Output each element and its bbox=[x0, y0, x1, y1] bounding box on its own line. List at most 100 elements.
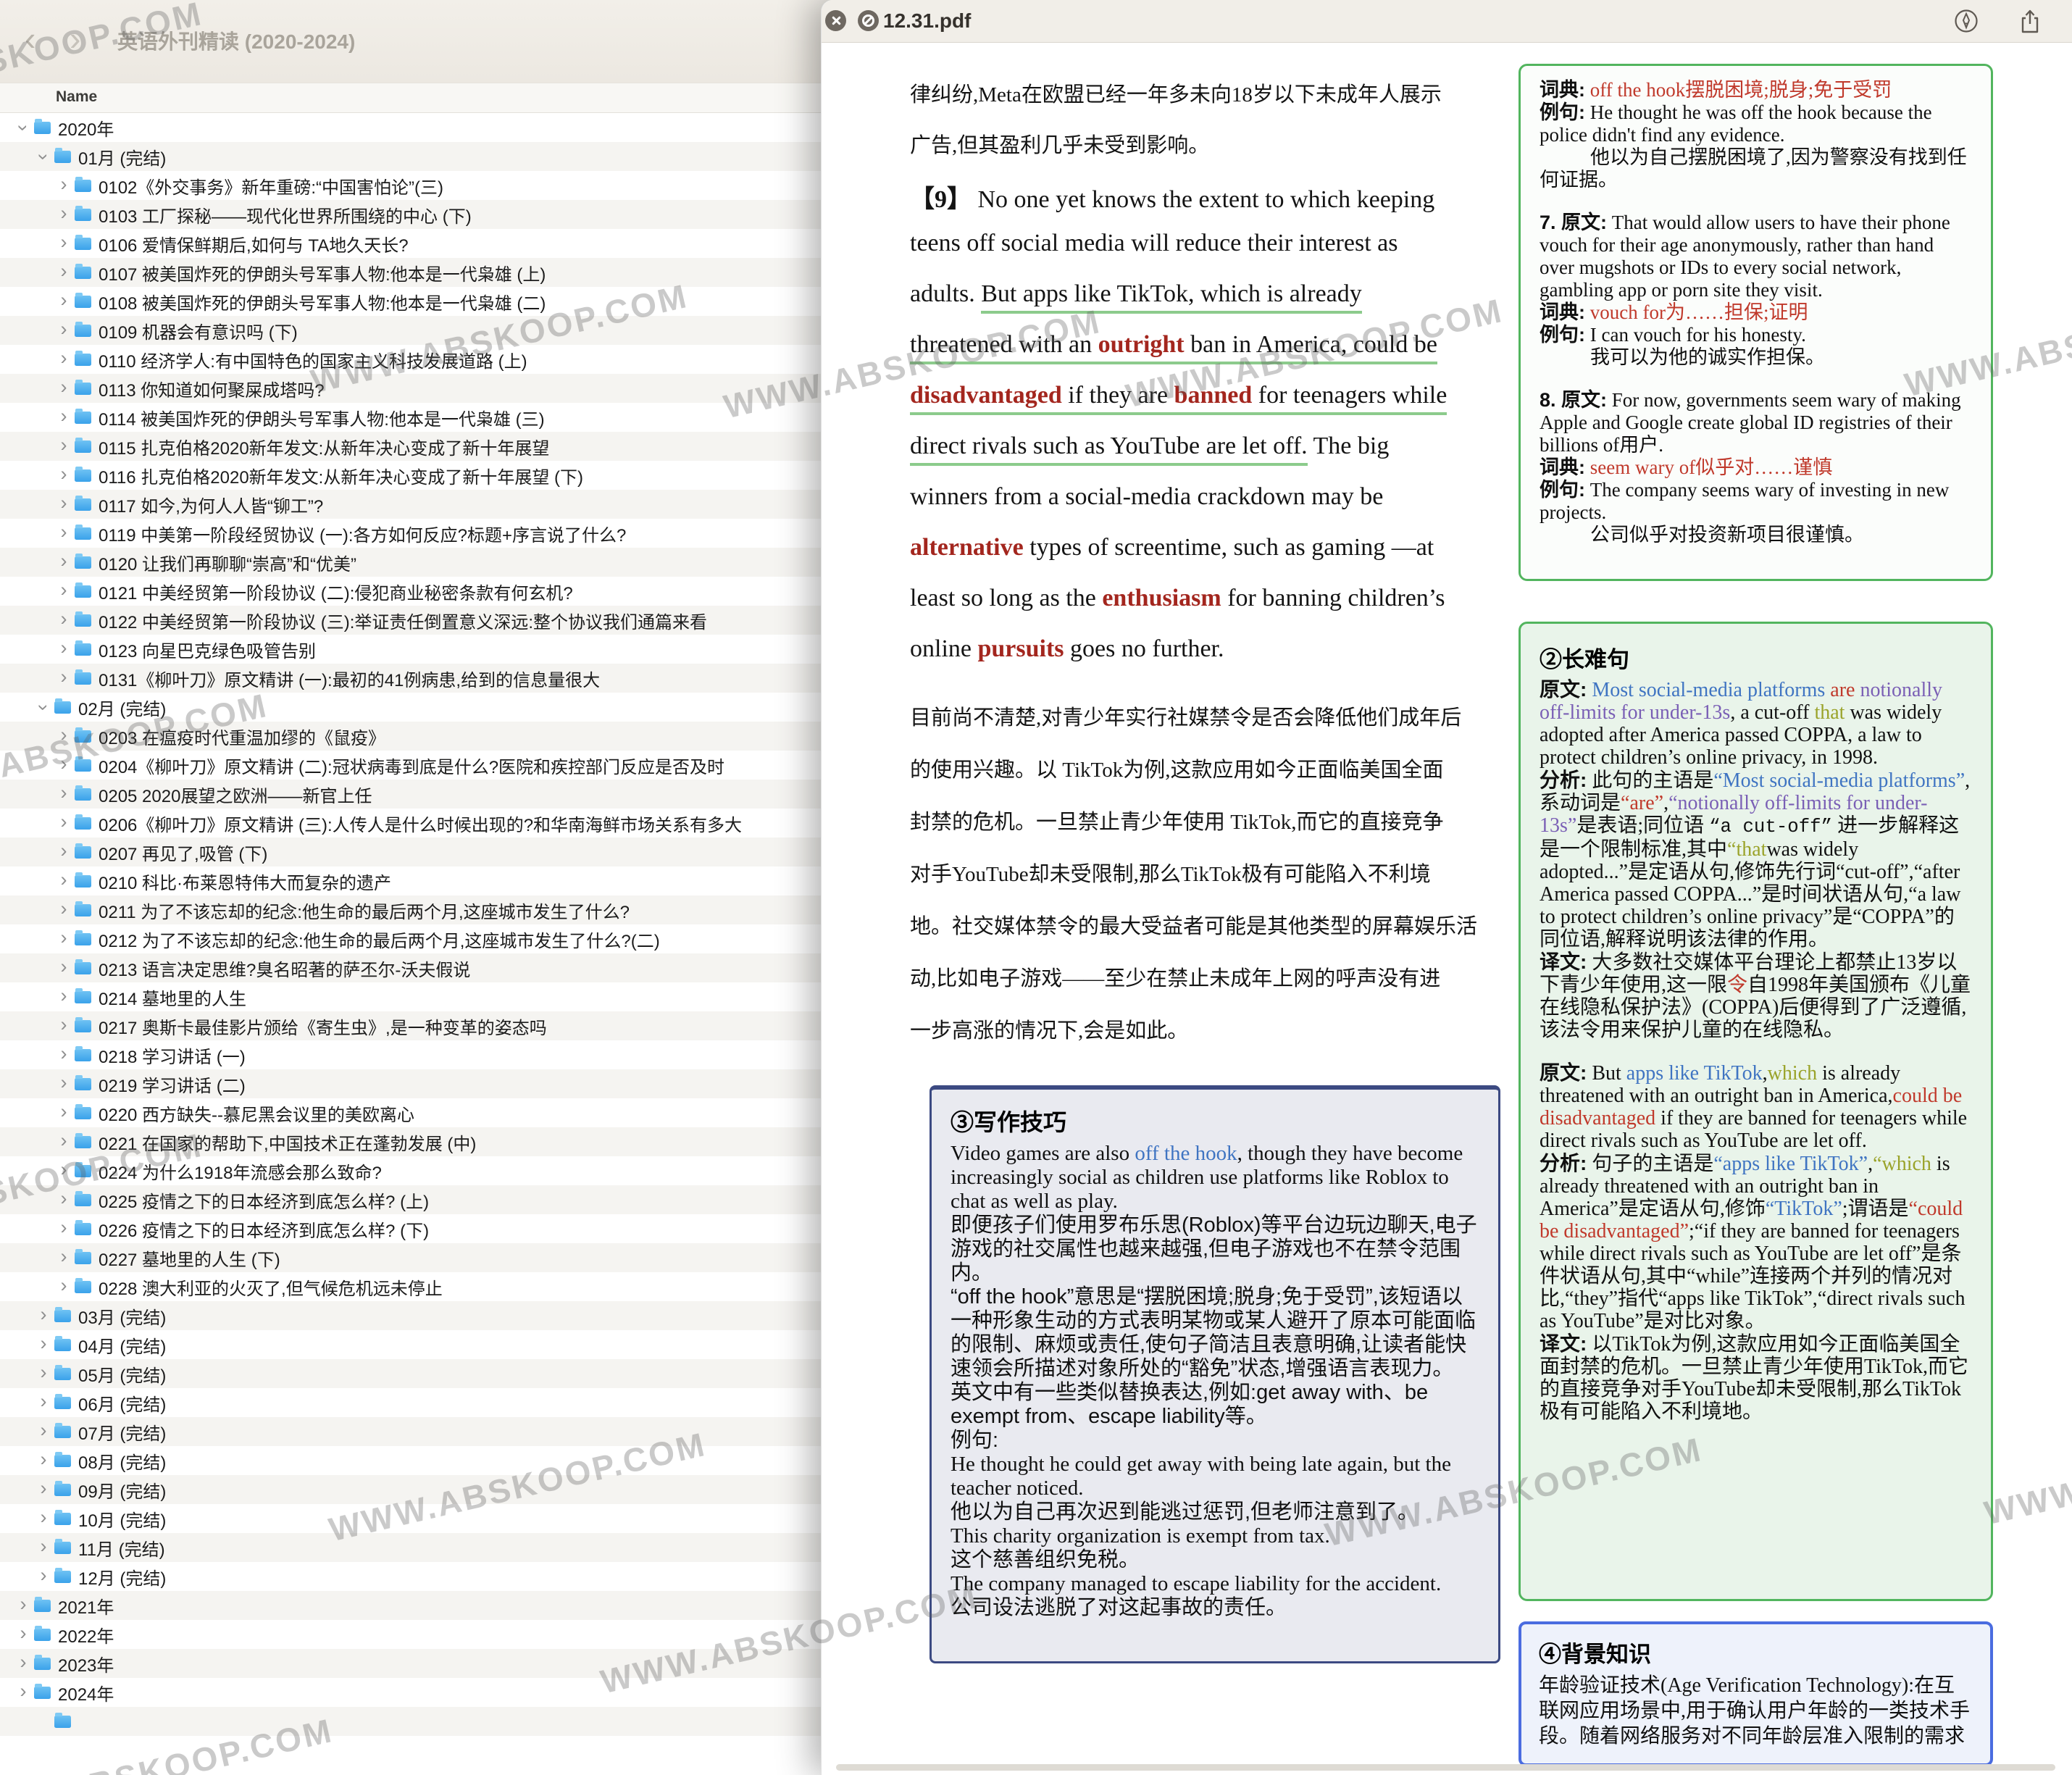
column-header-name[interactable]: Name bbox=[56, 88, 97, 106]
tree-row[interactable]: ›06月 (完结) bbox=[0, 1388, 822, 1417]
disclosure-chevron-icon[interactable]: › bbox=[55, 464, 72, 484]
disclosure-chevron-icon[interactable]: › bbox=[55, 725, 72, 745]
disclosure-chevron-icon[interactable]: › bbox=[55, 841, 72, 861]
tree-row[interactable]: ›0119 中美第一阶段经贸协议 (一):各方如何反应?标题+序言说了什么? bbox=[0, 519, 822, 548]
disclosure-chevron-icon[interactable]: › bbox=[55, 1102, 72, 1122]
tree-row[interactable]: ›0227 墓地里的人生 (下) bbox=[0, 1243, 822, 1272]
tree-row[interactable]: ›2024年 bbox=[0, 1678, 822, 1707]
tree-row[interactable]: ›2021年 bbox=[0, 1591, 822, 1620]
list-column-header[interactable]: Name bbox=[0, 83, 822, 113]
back-button[interactable]: ‹ bbox=[25, 22, 35, 55]
tree-row[interactable]: ›0113 你知道如何聚屎成塔吗? bbox=[0, 374, 822, 403]
tree-row[interactable]: ›0210 科比·布莱恩特伟大而复杂的遗产 bbox=[0, 866, 822, 895]
disclosure-chevron-icon[interactable]: › bbox=[55, 204, 72, 223]
tree-row[interactable]: ›0120 让我们再聊聊“崇高”和“优美” bbox=[0, 548, 822, 577]
disclosure-chevron-icon[interactable]: › bbox=[55, 783, 72, 803]
disclosure-chevron-icon[interactable]: › bbox=[55, 175, 72, 194]
tree-row[interactable] bbox=[0, 1707, 822, 1736]
tree-row[interactable]: ›0123 向星巴克绿色吸管告别 bbox=[0, 635, 822, 664]
disclosure-chevron-icon[interactable]: › bbox=[55, 1015, 72, 1035]
disclosure-chevron-icon[interactable]: › bbox=[34, 698, 54, 716]
tree-row[interactable]: ›12月 (完结) bbox=[0, 1562, 822, 1591]
tree-row[interactable]: ›08月 (完结) bbox=[0, 1446, 822, 1475]
tree-row[interactable]: ›0108 被美国炸死的伊朗头号军事人物:他本是一代枭雄 (二) bbox=[0, 287, 822, 316]
disclosure-chevron-icon[interactable]: › bbox=[35, 1508, 52, 1527]
file-tree[interactable]: ›2020年›01月 (完结)›0102《外交事务》新年重磅:“中国害怕论”(三… bbox=[0, 113, 822, 1775]
tree-row[interactable]: ›0121 中美经贸第一阶段协议 (二):侵犯商业秘密条款有何玄机? bbox=[0, 577, 822, 606]
disclosure-chevron-icon[interactable]: › bbox=[34, 148, 54, 165]
disclosure-chevron-icon[interactable]: › bbox=[35, 1363, 52, 1382]
disclosure-chevron-icon[interactable]: › bbox=[55, 551, 72, 571]
tree-row[interactable]: ›0206《柳叶刀》原文精讲 (三):人传人是什么时候出现的?和华南海鲜市场关系… bbox=[0, 809, 822, 838]
disclosure-chevron-icon[interactable]: › bbox=[55, 1276, 72, 1295]
disclosure-chevron-icon[interactable]: › bbox=[55, 754, 72, 774]
disclosure-chevron-icon[interactable]: › bbox=[35, 1305, 52, 1324]
disclosure-chevron-icon[interactable]: › bbox=[55, 262, 72, 281]
tree-row[interactable]: ›02月 (完结) bbox=[0, 693, 822, 722]
tree-row[interactable]: ›0228 澳大利亚的火灭了,但气候危机远未停止 bbox=[0, 1272, 822, 1301]
disclosure-chevron-icon[interactable]: › bbox=[55, 899, 72, 919]
disclosure-chevron-icon[interactable]: › bbox=[55, 638, 72, 658]
disclosure-chevron-icon[interactable]: › bbox=[55, 406, 72, 426]
disclosure-chevron-icon[interactable]: › bbox=[55, 580, 72, 600]
disclosure-chevron-icon[interactable]: › bbox=[55, 291, 72, 310]
tree-row[interactable]: ›0122 中美经贸第一阶段协议 (三):举证责任倒置意义深远:整个协议我们通篇… bbox=[0, 606, 822, 635]
disclosure-chevron-icon[interactable]: › bbox=[55, 522, 72, 542]
disclosure-chevron-icon[interactable]: › bbox=[14, 1595, 32, 1614]
tree-row[interactable]: ›0102《外交事务》新年重磅:“中国害怕论”(三) bbox=[0, 171, 822, 200]
tree-row[interactable]: ›03月 (完结) bbox=[0, 1301, 822, 1330]
disclosure-chevron-icon[interactable]: › bbox=[55, 609, 72, 629]
disclosure-chevron-icon[interactable]: › bbox=[14, 1653, 32, 1672]
tree-row[interactable]: ›2020年 bbox=[0, 113, 822, 142]
disclosure-chevron-icon[interactable]: › bbox=[55, 986, 72, 1006]
tree-row[interactable]: ›0103 工厂探秘——现代化世界所围绕的中心 (下) bbox=[0, 200, 822, 229]
tree-row[interactable]: ›0117 如今,为何人人皆“铆工”? bbox=[0, 490, 822, 519]
horizontal-scrollbar[interactable] bbox=[836, 1764, 2055, 1771]
disclosure-chevron-icon[interactable]: › bbox=[55, 1189, 72, 1208]
tree-row[interactable]: ›0131《柳叶刀》原文精讲 (一):最初的41例病患,给到的信息量很大 bbox=[0, 664, 822, 693]
disclosure-chevron-icon[interactable]: › bbox=[14, 119, 33, 136]
disclosure-chevron-icon[interactable]: › bbox=[55, 1218, 72, 1237]
disclosure-chevron-icon[interactable]: › bbox=[35, 1537, 52, 1556]
tree-row[interactable]: ›0225 疫情之下的日本经济到底怎么样? (上) bbox=[0, 1185, 822, 1214]
tree-row[interactable]: ›11月 (完结) bbox=[0, 1533, 822, 1562]
disclosure-chevron-icon[interactable]: › bbox=[55, 435, 72, 455]
disclosure-chevron-icon[interactable]: › bbox=[55, 1044, 72, 1064]
tree-row[interactable]: ›01月 (完结) bbox=[0, 142, 822, 171]
disclosure-chevron-icon[interactable]: › bbox=[55, 348, 72, 368]
disclosure-chevron-icon[interactable]: › bbox=[14, 1624, 32, 1643]
tree-row[interactable]: ›0219 学习讲话 (二) bbox=[0, 1069, 822, 1098]
tree-row[interactable]: ›0115 扎克伯格2020新年发文:从新年决心变成了新十年展望 bbox=[0, 432, 822, 461]
forward-button[interactable]: › bbox=[70, 22, 80, 55]
tree-row[interactable]: ›0114 被美国炸死的伊朗头号军事人物:他本是一代枭雄 (三) bbox=[0, 403, 822, 432]
disclosure-chevron-icon[interactable]: › bbox=[35, 1450, 52, 1469]
disclosure-chevron-icon[interactable]: › bbox=[35, 1421, 52, 1440]
tree-row[interactable]: ›10月 (完结) bbox=[0, 1504, 822, 1533]
disclosure-chevron-icon[interactable]: › bbox=[55, 667, 72, 687]
tree-row[interactable]: ›0226 疫情之下的日本经济到底怎么样? (下) bbox=[0, 1214, 822, 1243]
tree-row[interactable]: ›0116 扎克伯格2020新年发文:从新年决心变成了新十年展望 (下) bbox=[0, 461, 822, 490]
disclosure-chevron-icon[interactable]: › bbox=[55, 812, 72, 832]
tree-row[interactable]: ›0224 为什么1918年流感会那么致命? bbox=[0, 1156, 822, 1185]
tree-row[interactable]: ›0203 在瘟疫时代重温加缪的《鼠疫》 bbox=[0, 722, 822, 751]
disclosure-chevron-icon[interactable]: › bbox=[35, 1334, 52, 1353]
tree-row[interactable]: ›07月 (完结) bbox=[0, 1417, 822, 1446]
tree-row[interactable]: ›0106 爱情保鲜期后,如何与 TA地久天长? bbox=[0, 229, 822, 258]
tree-row[interactable]: ›0214 墓地里的人生 bbox=[0, 982, 822, 1011]
disclosure-chevron-icon[interactable]: › bbox=[55, 1131, 72, 1150]
tree-row[interactable]: ›0212 为了不该忘却的纪念:他生命的最后两个月,这座城市发生了什么?(二) bbox=[0, 924, 822, 953]
tree-row[interactable]: ›0109 机器会有意识吗 (下) bbox=[0, 316, 822, 345]
disclosure-chevron-icon[interactable]: › bbox=[35, 1566, 52, 1585]
tree-row[interactable]: ›0207 再见了,吸管 (下) bbox=[0, 838, 822, 866]
tree-row[interactable]: ›0211 为了不该忘却的纪念:他生命的最后两个月,这座城市发生了什么? bbox=[0, 895, 822, 924]
disclosure-chevron-icon[interactable]: › bbox=[55, 957, 72, 977]
share-icon[interactable] bbox=[2018, 9, 2042, 38]
disclosure-chevron-icon[interactable]: › bbox=[55, 1247, 72, 1266]
tree-row[interactable]: ›2022年 bbox=[0, 1620, 822, 1649]
tree-row[interactable]: ›0217 奥斯卡最佳影片颁给《寄生虫》,是一种变革的姿态吗 bbox=[0, 1011, 822, 1040]
disclosure-chevron-icon[interactable]: › bbox=[55, 870, 72, 890]
disclosure-chevron-icon[interactable]: › bbox=[55, 493, 72, 513]
tree-row[interactable]: ›0218 学习讲话 (一) bbox=[0, 1040, 822, 1069]
tree-row[interactable]: ›0110 经济学人:有中国特色的国家主义科技发展道路 (上) bbox=[0, 345, 822, 374]
disclosure-chevron-icon[interactable]: › bbox=[35, 1392, 52, 1411]
